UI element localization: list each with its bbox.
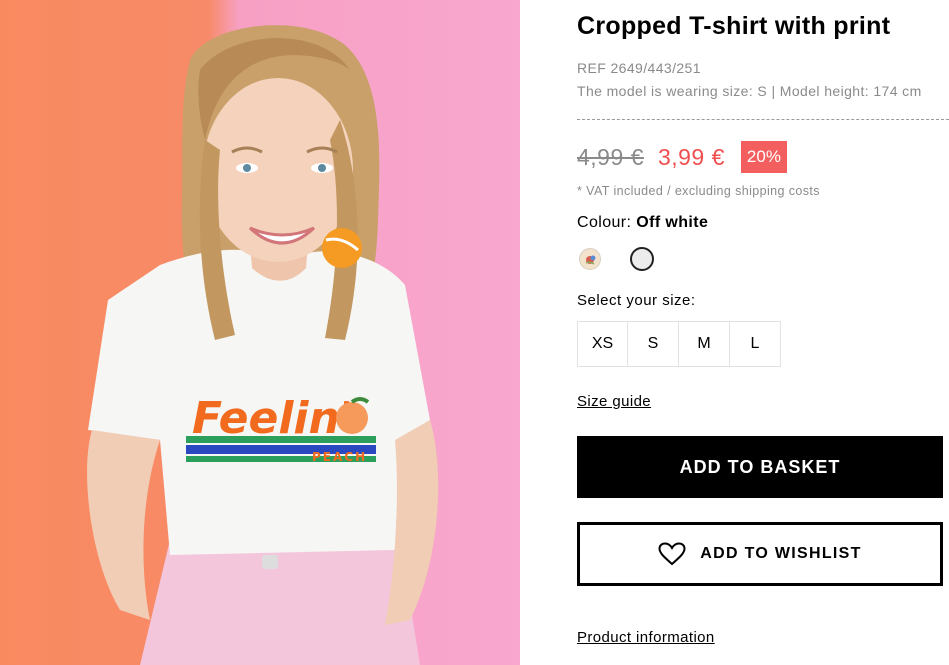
size-label: Select your size: [577, 292, 696, 309]
model-info: The model is wearing size: S | Model hei… [577, 83, 922, 99]
product-information-link[interactable]: Product information [577, 629, 715, 646]
size-guide-link[interactable]: Size guide [577, 393, 651, 410]
size-selector: XS S M L [577, 321, 781, 367]
off-white-swatch-icon[interactable] [630, 247, 654, 271]
size-s-button[interactable]: S [628, 321, 679, 367]
price-row: 4,99 € 3,99 € 20% [577, 141, 787, 173]
heart-icon [658, 542, 686, 566]
colour-label: Colour: [577, 214, 632, 231]
divider [577, 119, 949, 120]
shirt-print-sub: PEACH [312, 450, 367, 464]
add-to-wishlist-button[interactable]: ADD TO WISHLIST [577, 522, 943, 586]
wishlist-label: ADD TO WISHLIST [700, 545, 862, 562]
product-details: Cropped T-shirt with print REF 2649/443/… [577, 0, 949, 665]
product-ref: REF 2649/443/251 [577, 60, 701, 76]
colour-row: Colour: Off white [577, 214, 708, 232]
sale-price: 3,99 € [657, 143, 725, 170]
add-to-basket-button[interactable]: ADD TO BASKET [577, 436, 943, 498]
size-m-button[interactable]: M [679, 321, 730, 367]
old-price: 4,99 € [577, 143, 644, 170]
size-xs-button[interactable]: XS [577, 321, 628, 367]
product-title: Cropped T-shirt with print [577, 12, 891, 40]
colour-value: Off white [636, 214, 709, 231]
printed-swatch-icon[interactable] [579, 248, 601, 270]
size-l-button[interactable]: L [730, 321, 781, 367]
discount-badge: 20% [740, 141, 787, 173]
vat-note: * VAT included / excluding shipping cost… [577, 184, 820, 198]
model-illustration: Feelin' PEACH [87, 25, 439, 665]
product-photo[interactable]: Feelin' PEACH [0, 0, 520, 665]
